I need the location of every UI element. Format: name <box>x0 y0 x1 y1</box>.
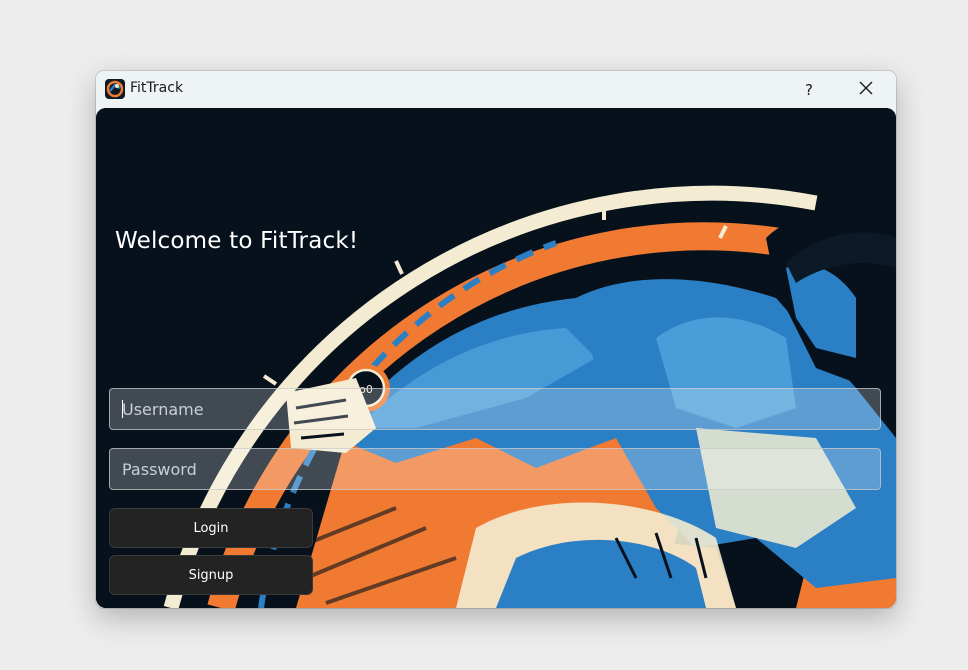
password-input[interactable] <box>109 448 881 490</box>
fittrack-logo-icon <box>105 79 125 99</box>
close-icon <box>859 80 873 99</box>
title-bar[interactable]: FitTrack ? <box>96 71 896 108</box>
welcome-heading: Welcome to FitTrack! <box>115 228 359 254</box>
login-window: FitTrack ? o0 Welcome to FitTrack! Usern… <box>96 71 896 608</box>
signup-button[interactable]: Signup <box>109 555 313 595</box>
close-button[interactable] <box>844 71 888 108</box>
username-input[interactable] <box>109 388 881 430</box>
help-button[interactable]: ? <box>792 71 826 108</box>
text-cursor <box>122 400 123 418</box>
login-button[interactable]: Login <box>109 508 313 548</box>
window-title: FitTrack <box>130 80 184 96</box>
login-panel: o0 Welcome to FitTrack! Login Signup <box>96 108 896 608</box>
